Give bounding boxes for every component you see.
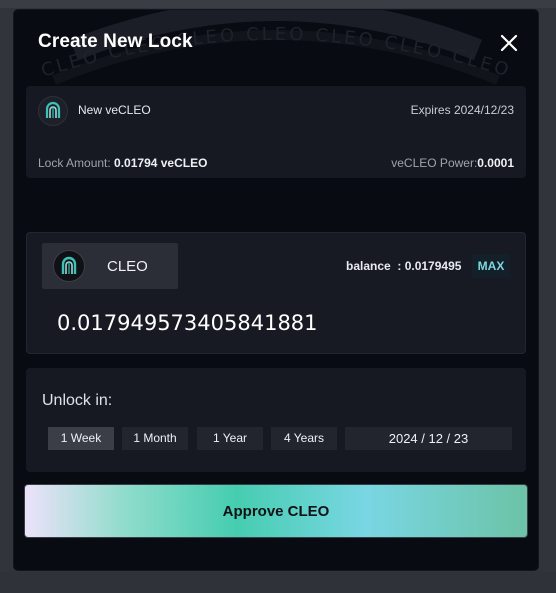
vecleo-power-value: 0.0001 <box>477 156 514 170</box>
token-symbol: CLEO <box>107 258 148 275</box>
max-button[interactable]: MAX <box>472 254 510 278</box>
lock-amount: Lock Amount: 0.01794 veCLEO <box>38 156 207 170</box>
token-selector[interactable]: CLEO <box>42 243 178 289</box>
cleo-logo-icon <box>38 96 68 126</box>
lock-name: New veCLEO <box>78 103 151 117</box>
cleo-token-icon <box>53 250 85 282</box>
token-input-card: CLEO balance : 0.0179495 MAX <box>26 232 526 354</box>
backdrop-strip <box>0 0 556 8</box>
backdrop-strip <box>0 572 556 593</box>
unlock-date-input[interactable] <box>345 427 512 450</box>
lock-expiry: Expires 2024/12/23 <box>410 103 514 117</box>
close-button[interactable] <box>498 32 520 54</box>
duration-4-years-button[interactable]: 4 Years <box>271 427 337 450</box>
lock-info-card: New veCLEO Expires 2024/12/23 Lock Amoun… <box>26 86 526 178</box>
create-lock-modal: CLEO CLEO CLEO CLEO CLEO CLEO CLEO Creat… <box>14 10 538 570</box>
lock-amount-input[interactable] <box>57 307 497 339</box>
unlock-label: Unlock in: <box>42 392 113 409</box>
token-balance: balance : 0.0179495 <box>346 259 461 273</box>
balance-value: 0.0179495 <box>404 259 462 273</box>
duration-1-week-button[interactable]: 1 Week <box>48 427 114 450</box>
modal-title: Create New Lock <box>38 31 193 52</box>
vecleo-power: veCLEO Power:0.0001 <box>391 156 514 170</box>
duration-1-year-button[interactable]: 1 Year <box>197 427 263 450</box>
lock-amount-value: 0.01794 veCLEO <box>114 156 208 170</box>
unlock-duration-card: Unlock in: 1 Week 1 Month 1 Year 4 Years <box>26 368 526 472</box>
duration-1-month-button[interactable]: 1 Month <box>122 427 188 450</box>
vecleo-power-label: veCLEO Power: <box>391 156 478 170</box>
approve-button[interactable]: Approve CLEO <box>24 484 528 538</box>
balance-separator: : <box>390 259 405 273</box>
close-icon <box>500 34 518 52</box>
balance-label: balance <box>346 259 391 273</box>
lock-amount-label: Lock Amount: <box>38 156 115 170</box>
